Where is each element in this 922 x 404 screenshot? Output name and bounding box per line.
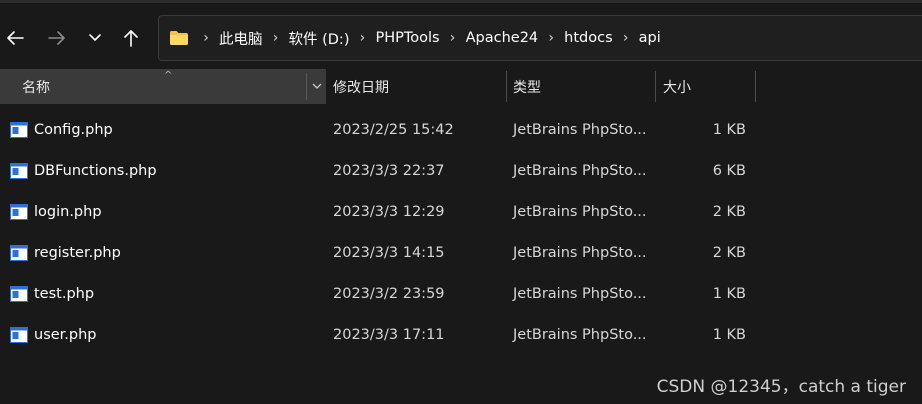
php-file-icon — [10, 285, 28, 302]
file-row[interactable]: test.php 2023/3/2 23:59 JetBrains PhpSto… — [0, 273, 922, 314]
php-file-icon — [10, 326, 28, 343]
file-type: JetBrains PhpSto... — [513, 203, 647, 220]
folder-icon — [169, 29, 191, 47]
file-name-cell: Config.php — [10, 109, 113, 150]
file-size: 2 KB — [712, 203, 746, 220]
address-bar[interactable]: › 此电脑 › 软件 (D:) › PHPTools › Apache24 › … — [158, 15, 922, 61]
chevron-right-icon[interactable]: › — [197, 30, 215, 46]
navigation-toolbar: › 此电脑 › 软件 (D:) › PHPTools › Apache24 › … — [0, 3, 922, 69]
file-date: 2023/3/3 22:37 — [333, 162, 445, 179]
column-header-date[interactable]: 修改日期 — [333, 69, 389, 104]
file-name: login.php — [34, 203, 102, 220]
file-date: 2023/2/25 15:42 — [333, 121, 454, 138]
file-name: register.php — [34, 244, 121, 261]
file-row[interactable]: register.php 2023/3/3 14:15 JetBrains Ph… — [0, 232, 922, 273]
chevron-right-icon[interactable]: › — [444, 30, 462, 46]
file-date: 2023/3/2 23:59 — [333, 285, 445, 302]
file-type: JetBrains PhpSto... — [513, 285, 647, 302]
file-size: 2 KB — [712, 244, 746, 261]
arrow-right-icon — [48, 30, 66, 46]
breadcrumb-this-pc[interactable]: 此电脑 — [215, 28, 267, 49]
breadcrumb-phptools[interactable]: PHPTools — [371, 30, 443, 46]
column-header-name-label: 名称 — [22, 79, 50, 96]
file-list: Config.php 2023/2/25 15:42 JetBrains Php… — [0, 109, 922, 355]
column-header-size-label: 大小 — [663, 79, 691, 96]
column-header: 名称 ^ 修改日期 类型 大小 — [0, 69, 922, 104]
chevron-right-icon[interactable]: › — [542, 30, 560, 46]
arrow-up-icon — [123, 29, 139, 47]
file-name-cell: register.php — [10, 232, 121, 273]
column-header-size[interactable]: 大小 — [663, 69, 691, 104]
file-size: 1 KB — [712, 121, 746, 138]
file-name-cell: login.php — [10, 191, 102, 232]
breadcrumb-htdocs[interactable]: htdocs — [560, 30, 616, 46]
column-header-name[interactable]: 名称 ^ — [0, 69, 326, 104]
file-type: JetBrains PhpSto... — [513, 121, 647, 138]
column-header-type-label: 类型 — [513, 79, 541, 96]
chevron-down-icon[interactable] — [306, 73, 326, 100]
file-type: JetBrains PhpSto... — [513, 162, 647, 179]
column-header-type[interactable]: 类型 — [513, 69, 541, 104]
sort-ascending-icon: ^ — [164, 70, 173, 81]
breadcrumb-api[interactable]: api — [635, 30, 665, 46]
recent-locations-button[interactable] — [80, 23, 110, 53]
file-row[interactable]: user.php 2023/3/3 17:11 JetBrains PhpSto… — [0, 314, 922, 355]
chevron-right-icon[interactable]: › — [267, 30, 285, 46]
file-name: DBFunctions.php — [34, 162, 157, 179]
file-size: 1 KB — [712, 285, 746, 302]
back-button[interactable] — [0, 23, 30, 53]
file-name: user.php — [34, 326, 97, 343]
file-type: JetBrains PhpSto... — [513, 326, 647, 343]
watermark-text: CSDN @12345，catch a tiger — [656, 377, 906, 397]
php-file-icon — [10, 244, 28, 261]
chevron-right-icon[interactable]: › — [353, 30, 371, 46]
file-row[interactable]: DBFunctions.php 2023/3/3 22:37 JetBrains… — [0, 150, 922, 191]
column-divider[interactable] — [655, 71, 656, 102]
file-name-cell: user.php — [10, 314, 97, 355]
file-name: Config.php — [34, 121, 113, 138]
file-name-cell: DBFunctions.php — [10, 150, 157, 191]
column-divider[interactable] — [506, 71, 507, 102]
chevron-right-icon[interactable]: › — [617, 30, 635, 46]
file-row[interactable]: Config.php 2023/2/25 15:42 JetBrains Php… — [0, 109, 922, 150]
file-type: JetBrains PhpSto... — [513, 244, 647, 261]
file-name: test.php — [34, 285, 95, 302]
column-header-date-label: 修改日期 — [333, 79, 389, 96]
php-file-icon — [10, 203, 28, 220]
arrow-left-icon — [6, 30, 24, 46]
file-date: 2023/3/3 17:11 — [333, 326, 445, 343]
column-divider[interactable] — [755, 71, 756, 102]
breadcrumb-drive-d[interactable]: 软件 (D:) — [285, 28, 354, 49]
file-size: 6 KB — [712, 162, 746, 179]
file-row[interactable]: login.php 2023/3/3 12:29 JetBrains PhpSt… — [0, 191, 922, 232]
file-date: 2023/3/3 14:15 — [333, 244, 445, 261]
php-file-icon — [10, 121, 28, 138]
php-file-icon — [10, 162, 28, 179]
forward-button[interactable] — [42, 23, 72, 53]
breadcrumb-apache24[interactable]: Apache24 — [462, 30, 543, 46]
file-date: 2023/3/3 12:29 — [333, 203, 445, 220]
file-size: 1 KB — [712, 326, 746, 343]
chevron-down-icon — [88, 33, 102, 43]
file-name-cell: test.php — [10, 273, 94, 314]
up-button[interactable] — [116, 23, 146, 53]
